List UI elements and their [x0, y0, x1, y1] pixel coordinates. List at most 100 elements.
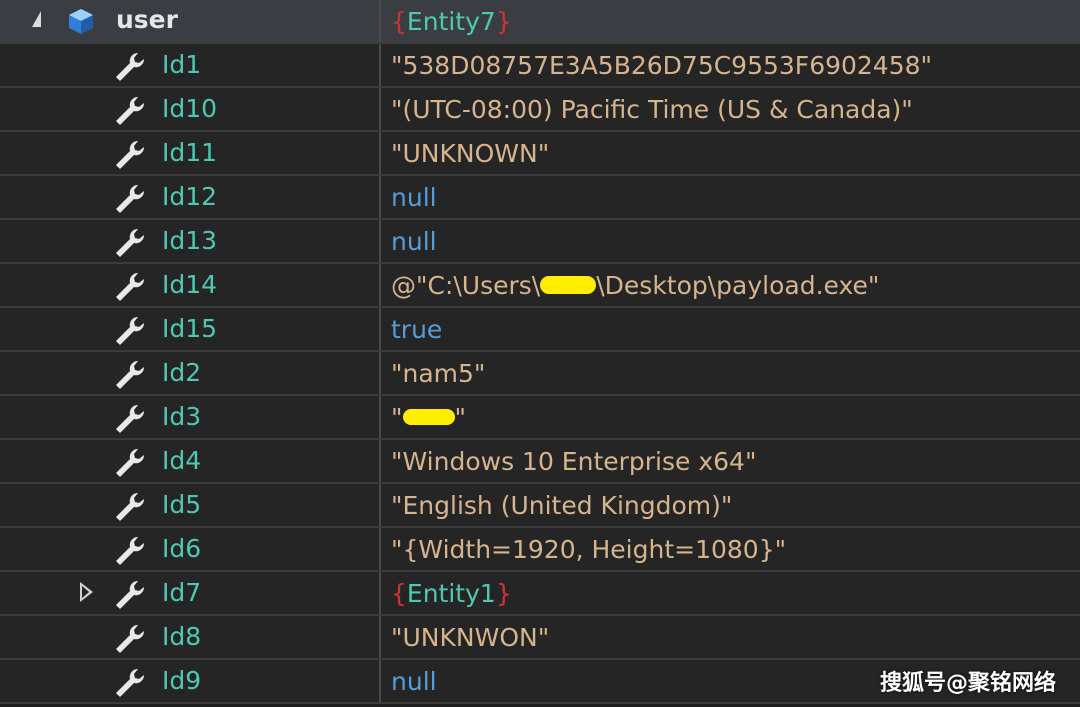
name-cell: Id5 [8, 484, 381, 526]
value-cell: null [381, 220, 1080, 262]
name-cell: Id3 [8, 396, 381, 438]
property-value: null [391, 226, 437, 256]
property-name: Id9 [162, 666, 202, 695]
wrench-icon [116, 140, 145, 169]
name-cell: Id14 [8, 264, 381, 306]
property-value: true [391, 314, 443, 344]
name-cell: user [8, 0, 381, 42]
property-name: Id12 [162, 182, 218, 211]
wrench-icon [116, 184, 145, 213]
name-cell: Id6 [8, 528, 381, 570]
variable-name: user [116, 5, 178, 34]
value-cell: @"C:\Users\ \Desktop\payload.exe" [381, 264, 1080, 306]
watch-row-id3[interactable]: Id3 " " [0, 396, 1080, 440]
name-cell: Id4 [8, 440, 381, 482]
watch-row-id11[interactable]: Id11 "UNKNOWN" [0, 132, 1080, 176]
property-name: Id1 [162, 50, 202, 79]
property-name: Id7 [162, 578, 202, 607]
watch-row-id7[interactable]: Id7 {Entity1} [0, 572, 1080, 616]
type-name: Entity7 [406, 6, 496, 36]
name-cell: Id7 [8, 572, 381, 614]
property-name: Id15 [162, 314, 218, 343]
redaction-mark [402, 409, 455, 425]
property-name: Id5 [162, 490, 202, 519]
name-cell: Id1 [8, 44, 381, 86]
watermark: 搜狐号@聚铭网络 [879, 671, 1056, 696]
watch-row-id4[interactable]: Id4 "Windows 10 Enterprise x64" [0, 440, 1080, 484]
value-cell: "Windows 10 Enterprise x64" [381, 440, 1080, 482]
property-value: null [391, 182, 437, 212]
value-cell: null [381, 176, 1080, 218]
brace-open: { [391, 6, 407, 36]
brace-open: { [391, 578, 407, 608]
property-value: "(UTC-08:00) Pacific Time (US & Canada)" [391, 94, 913, 124]
watch-row-id13[interactable]: Id13 null [0, 220, 1080, 264]
property-name: Id2 [162, 358, 202, 387]
value-cell: "UNKNOWN" [381, 132, 1080, 174]
brace-close: } [495, 6, 512, 36]
wrench-icon [116, 316, 145, 345]
watch-row-id1[interactable]: Id1 "538D08757E3A5B26D75C9553F6902458" [0, 44, 1080, 88]
property-value: "538D08757E3A5B26D75C9553F6902458" [391, 50, 933, 80]
name-cell: Id9 [8, 660, 381, 702]
property-name: Id11 [162, 138, 218, 167]
wrench-icon [116, 668, 145, 697]
wrench-icon [116, 624, 145, 653]
wrench-icon [116, 52, 145, 81]
property-name: Id8 [162, 622, 202, 651]
value-cell: "English (United Kingdom)" [381, 484, 1080, 526]
value-cell: true [381, 308, 1080, 350]
property-value-suffix: " [454, 402, 467, 432]
collapse-arrow-icon[interactable] [32, 11, 41, 27]
wrench-icon [116, 404, 145, 433]
name-cell: Id15 [8, 308, 381, 350]
watch-row-id12[interactable]: Id12 null [0, 176, 1080, 220]
property-value-prefix: @"C:\Users\ [391, 270, 541, 300]
value-cell: "(UTC-08:00) Pacific Time (US & Canada)" [381, 88, 1080, 130]
property-value: "Windows 10 Enterprise x64" [391, 446, 757, 476]
property-value-suffix: \Desktop\payload.exe" [596, 270, 880, 300]
property-name: Id13 [162, 226, 218, 255]
watch-row-id6[interactable]: Id6 "{Width=1920, Height=1080}" [0, 528, 1080, 572]
property-name: Id14 [162, 270, 218, 299]
wrench-icon [116, 96, 145, 125]
wrench-icon [116, 536, 145, 565]
wrench-icon [116, 580, 145, 609]
watch-row-id15[interactable]: Id15 true [0, 308, 1080, 352]
redaction-mark [540, 276, 597, 294]
property-value: "English (United Kingdom)" [391, 490, 733, 520]
value-cell: "{Width=1920, Height=1080}" [381, 528, 1080, 570]
name-cell: Id8 [8, 616, 381, 658]
watch-row-id5[interactable]: Id5 "English (United Kingdom)" [0, 484, 1080, 528]
name-cell: Id12 [8, 176, 381, 218]
value-cell: "nam5" [381, 352, 1080, 394]
wrench-icon [116, 360, 145, 389]
property-name: Id6 [162, 534, 202, 563]
watch-row-user[interactable]: user {Entity7} [0, 0, 1080, 44]
value-cell: " " [381, 396, 1080, 438]
property-name: Id10 [162, 94, 218, 123]
wrench-icon [116, 448, 145, 477]
value-cell: "UNKNWON" [381, 616, 1080, 658]
watch-row-id14[interactable]: Id14 @"C:\Users\ \Desktop\payload.exe" [0, 264, 1080, 308]
property-name: Id4 [162, 446, 202, 475]
property-value: null [391, 666, 437, 696]
watch-row-id8[interactable]: Id8 "UNKNWON" [0, 616, 1080, 660]
value-cell: {Entity1} [381, 572, 1080, 614]
name-cell: Id2 [8, 352, 381, 394]
object-icon [69, 9, 93, 34]
property-value: "UNKNOWN" [391, 138, 550, 168]
name-cell: Id13 [8, 220, 381, 262]
property-value: "nam5" [391, 358, 486, 388]
wrench-icon [116, 272, 145, 301]
watch-row-id10[interactable]: Id10 "(UTC-08:00) Pacific Time (US & Can… [0, 88, 1080, 132]
type-name: Entity1 [406, 578, 496, 608]
brace-close: } [495, 578, 512, 608]
watch-row-id2[interactable]: Id2 "nam5" [0, 352, 1080, 396]
property-value: "{Width=1920, Height=1080}" [391, 534, 787, 564]
name-cell: Id10 [8, 88, 381, 130]
value-cell: {Entity7} [381, 0, 1080, 42]
property-value-prefix: " [391, 402, 403, 432]
expand-arrow-icon[interactable] [80, 582, 93, 602]
property-value: "UNKNWON" [391, 622, 550, 652]
